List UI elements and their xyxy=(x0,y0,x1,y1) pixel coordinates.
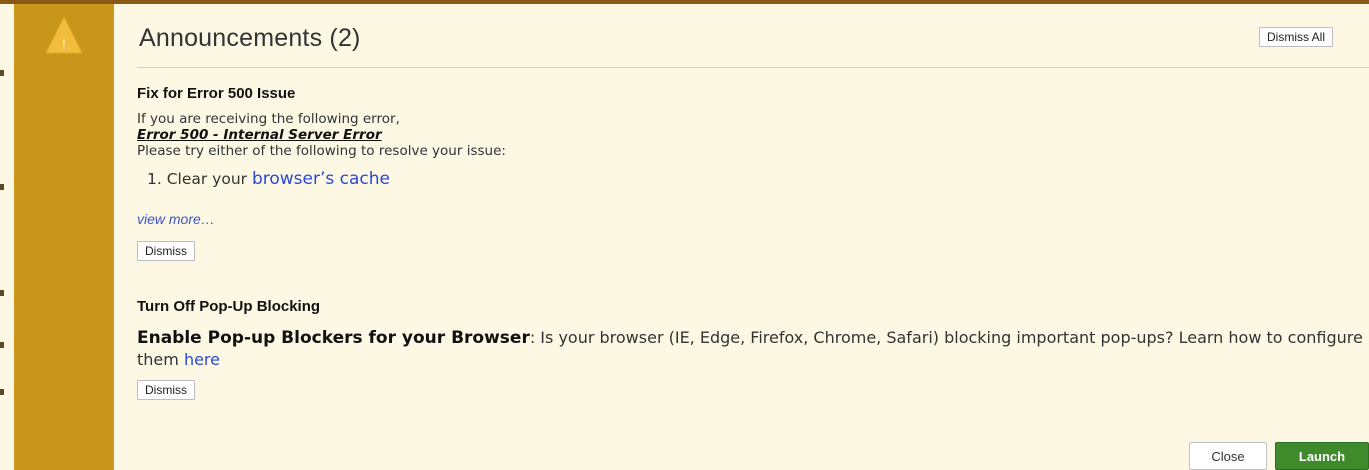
divider xyxy=(137,67,1369,68)
configure-here-link[interactable]: here xyxy=(184,350,220,369)
rail-tick xyxy=(0,389,4,395)
launch-button[interactable]: Launch xyxy=(1275,442,1369,470)
page-title: Announcements (2) xyxy=(139,24,361,52)
announcement-lead: Enable Pop-up Blockers for your Browser xyxy=(137,328,530,348)
announcement-text: Enable Pop-up Blockers for your Browser:… xyxy=(137,327,1369,370)
warning-triangle-icon: ! xyxy=(45,15,83,54)
svg-text:!: ! xyxy=(62,36,66,52)
rail-tick xyxy=(0,342,4,348)
announcement-title: Fix for Error 500 Issue xyxy=(137,85,296,102)
left-rail xyxy=(0,4,15,470)
rail-tick xyxy=(0,184,4,190)
list-item: 1. Clear your browser’s cache xyxy=(147,169,390,189)
close-button[interactable]: Close xyxy=(1189,442,1267,470)
announcement-title: Turn Off Pop-Up Blocking xyxy=(137,298,321,315)
dismiss-button[interactable]: Dismiss xyxy=(137,241,195,261)
error-message: Error 500 - Internal Server Error xyxy=(137,127,382,143)
rail-tick xyxy=(0,70,4,76)
dismiss-button[interactable]: Dismiss xyxy=(137,380,195,400)
list-item-text: 1. Clear your xyxy=(147,170,252,188)
announcements-panel: Announcements (2) Dismiss All Fix for Er… xyxy=(114,4,1369,470)
rail-tick xyxy=(0,290,4,296)
dismiss-all-button[interactable]: Dismiss All xyxy=(1259,27,1334,47)
announcement-text: If you are receiving the following error… xyxy=(137,111,400,127)
announcement-text: Please try either of the following to re… xyxy=(137,143,506,159)
view-more-link[interactable]: view more… xyxy=(137,211,215,227)
browser-cache-link[interactable]: browser’s cache xyxy=(252,169,390,189)
